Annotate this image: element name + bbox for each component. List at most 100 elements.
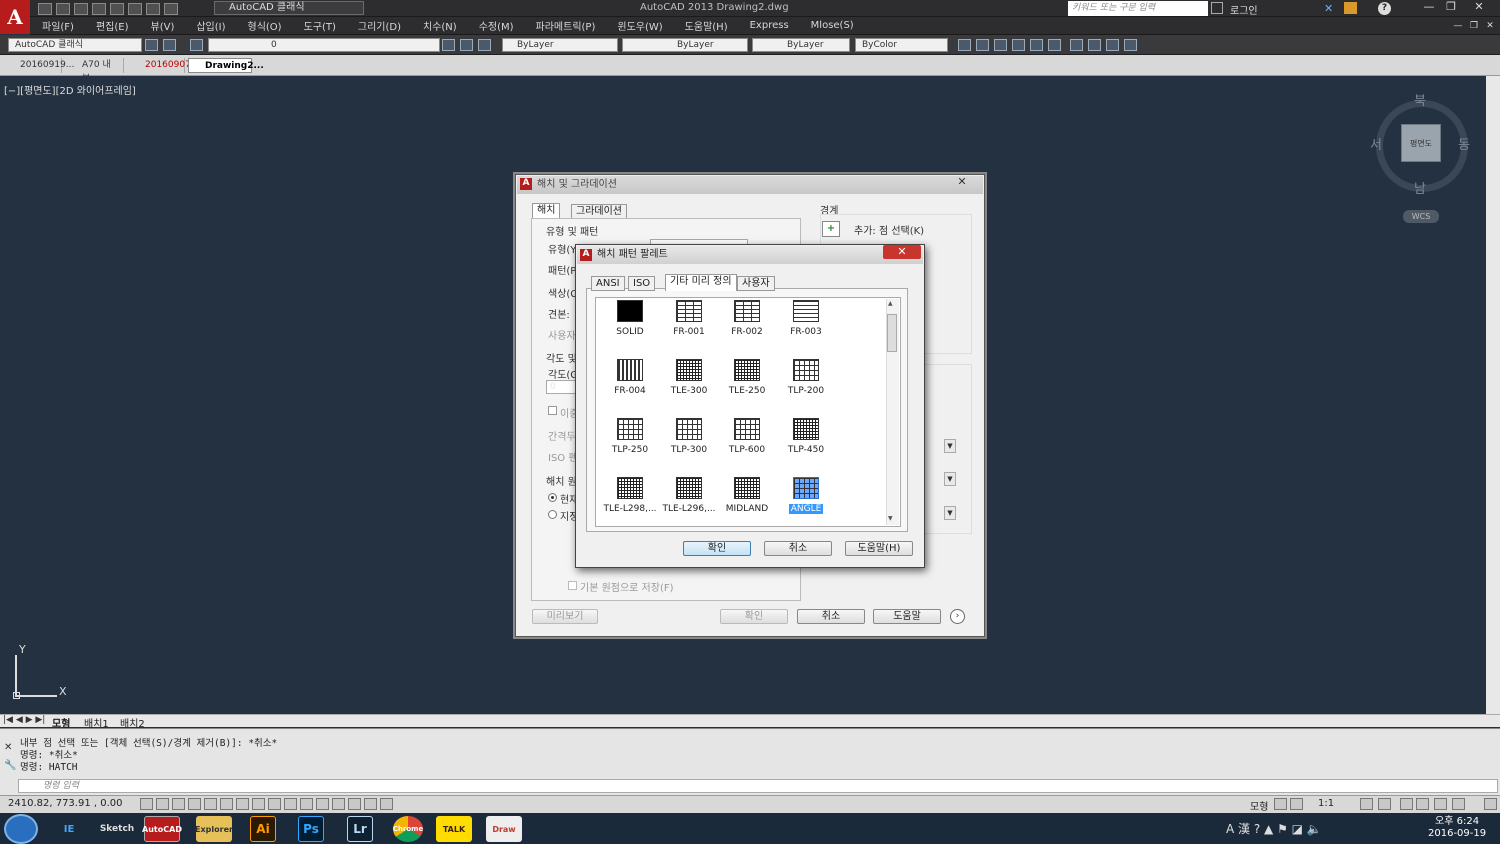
pattern-fr-003[interactable]: FR-003 [771, 300, 841, 337]
file-tab-3[interactable]: 20160907... [129, 58, 199, 73]
menu-modify[interactable]: 수정(M) [479, 18, 514, 33]
double-checkbox[interactable] [548, 406, 557, 415]
undo-icon[interactable] [146, 3, 160, 15]
viewcube-south[interactable]: 남 [1414, 178, 1426, 197]
command-customize-icon[interactable]: 🔧 [4, 760, 16, 771]
layout-nav-arrows[interactable]: |◀ ◀ ▶ ▶| [3, 715, 45, 725]
hatch-help-button[interactable]: 도움말 [873, 609, 941, 624]
horizontal-scrollbar[interactable] [0, 714, 1500, 727]
layer-tool-icon-10[interactable] [1124, 39, 1137, 51]
ducs-icon[interactable] [268, 798, 281, 810]
workspace-combo[interactable]: AutoCAD 클래식 [8, 38, 142, 52]
search-input[interactable]: 키워드 또는 구문 입력 [1068, 1, 1208, 16]
menu-parametric[interactable]: 파라메트릭(P) [536, 18, 596, 33]
layer-previous-icon[interactable] [460, 39, 473, 51]
model-space-button[interactable]: 모형 [1250, 798, 1268, 813]
layer-combo[interactable]: 0 [208, 38, 440, 52]
layer-tool-icon-9[interactable] [1106, 39, 1119, 51]
plotstyle-combo[interactable]: ByColor [855, 38, 948, 52]
doc-minimize-button[interactable]: — [1450, 19, 1466, 33]
make-current-icon[interactable] [442, 39, 455, 51]
specified-origin-radio[interactable] [548, 510, 557, 519]
save-icon[interactable] [74, 3, 88, 15]
sketchup-icon[interactable]: Sketch [99, 816, 135, 842]
add-pick-points-label[interactable]: 추가: 점 선택(K) [854, 222, 924, 237]
polar-tracking-icon[interactable] [204, 798, 217, 810]
viewport-controls[interactable]: [−][평면도][2D 와이어프레임] [4, 82, 136, 97]
tab-custom[interactable]: 사용자 [737, 276, 775, 291]
workspace-switching-icon[interactable] [1400, 798, 1413, 810]
save-origin-checkbox[interactable] [568, 581, 577, 590]
preview-button[interactable]: 미리보기 [532, 609, 598, 624]
hatch-ok-button[interactable]: 확인 [720, 609, 788, 624]
exchange-icon[interactable]: ✕ [1324, 2, 1337, 15]
snap-mode-icon[interactable] [156, 798, 169, 810]
vertical-scrollbar[interactable] [1486, 76, 1500, 714]
workspace-select[interactable]: AutoCAD 클래식 [214, 1, 364, 15]
annotation-scale[interactable]: 1:1 [1318, 798, 1334, 809]
menu-file[interactable]: 파일(F) [42, 18, 74, 33]
color-combo[interactable]: ByLayer [502, 38, 618, 52]
menu-view[interactable]: 뷰(V) [151, 18, 175, 33]
file-tab-2[interactable]: A70 내부... [66, 58, 124, 84]
publish-icon[interactable] [110, 3, 124, 15]
plot-icon[interactable] [128, 3, 142, 15]
dropdown-arrow-icon[interactable]: ▼ [944, 506, 956, 520]
tab-other-predefined[interactable]: 기타 미리 정의 [665, 274, 737, 291]
dropdown-arrow-icon[interactable]: ▼ [944, 439, 956, 453]
system-clock[interactable]: 오후 6:24 2016-09-19 [1428, 816, 1486, 840]
layer-tool-icon-5[interactable] [1030, 39, 1043, 51]
scrollbar-thumb[interactable] [887, 314, 897, 352]
wcs-menu[interactable]: WCS [1403, 210, 1439, 223]
workspace-settings-icon[interactable] [145, 39, 158, 51]
doc-close-button[interactable]: ✕ [1482, 19, 1498, 33]
restore-button[interactable]: ❐ [1440, 0, 1462, 15]
layer-tool-icon-7[interactable] [1070, 39, 1083, 51]
pattern-angle[interactable]: ANGLE [771, 477, 841, 514]
ie-icon[interactable]: IE [51, 816, 87, 842]
help-icon[interactable]: ? [1378, 2, 1391, 15]
palette-help-button[interactable]: 도움말(H) [845, 541, 913, 556]
layer-tool-icon-4[interactable] [1012, 39, 1025, 51]
scroll-up-icon[interactable]: ▲ [888, 300, 893, 307]
selection-cycling-icon[interactable] [348, 798, 361, 810]
quick-view-drawings-icon[interactable] [1290, 798, 1303, 810]
menu-tools[interactable]: 도구(T) [304, 18, 336, 33]
isolate-objects-icon[interactable] [1452, 798, 1465, 810]
layer-state-icon[interactable] [478, 39, 491, 51]
autocad-taskbar-icon[interactable]: AutoCAD [142, 816, 182, 842]
hardware-acceleration-icon[interactable] [1434, 798, 1447, 810]
clean-screen-icon[interactable] [1484, 798, 1497, 810]
chrome-icon[interactable]: Chrome [393, 816, 423, 842]
kakaotalk-icon[interactable]: TALK [436, 816, 472, 842]
angle-input[interactable]: 0 [546, 380, 576, 394]
plus-icon[interactable] [380, 798, 393, 810]
pattern-tlp-200[interactable]: TLP-200 [771, 359, 841, 396]
quick-properties-icon[interactable] [332, 798, 345, 810]
hatch-cancel-button[interactable]: 취소 [797, 609, 865, 624]
command-close-icon[interactable]: ✕ [4, 742, 12, 753]
doc-restore-button[interactable]: ❐ [1466, 19, 1482, 33]
palette-close-button[interactable]: ✕ [883, 245, 921, 259]
add-pick-points-icon[interactable]: + [822, 221, 840, 237]
transparency-icon[interactable] [316, 798, 329, 810]
minimize-button[interactable]: — [1418, 0, 1440, 15]
annotation-visibility-icon[interactable] [1360, 798, 1373, 810]
pattern-tlp-450[interactable]: TLP-450 [771, 418, 841, 455]
layer-tool-icon-6[interactable] [1048, 39, 1061, 51]
palette-cancel-button[interactable]: 취소 [764, 541, 832, 556]
grid-display-icon[interactable] [172, 798, 185, 810]
menu-help[interactable]: 도움말(H) [685, 18, 728, 33]
menu-insert[interactable]: 삽입(I) [196, 18, 225, 33]
autodesk-360-icon[interactable] [1344, 2, 1357, 14]
more-options-icon[interactable]: › [950, 609, 965, 624]
lineweight-combo[interactable]: ByLayer [752, 38, 850, 52]
linetype-combo[interactable]: ByLayer [622, 38, 748, 52]
ime-tray-icon[interactable]: A 漢 ? ▲ ⚑ ◪ 🔈 [1226, 820, 1322, 837]
save-as-icon[interactable] [92, 3, 106, 15]
lock-ui-icon[interactable] [1416, 798, 1429, 810]
explorer-icon[interactable]: Explorer [195, 816, 233, 842]
new-icon[interactable] [38, 3, 52, 15]
layer-tool-icon-2[interactable] [976, 39, 989, 51]
toolbar-lock-icon[interactable] [163, 39, 176, 51]
